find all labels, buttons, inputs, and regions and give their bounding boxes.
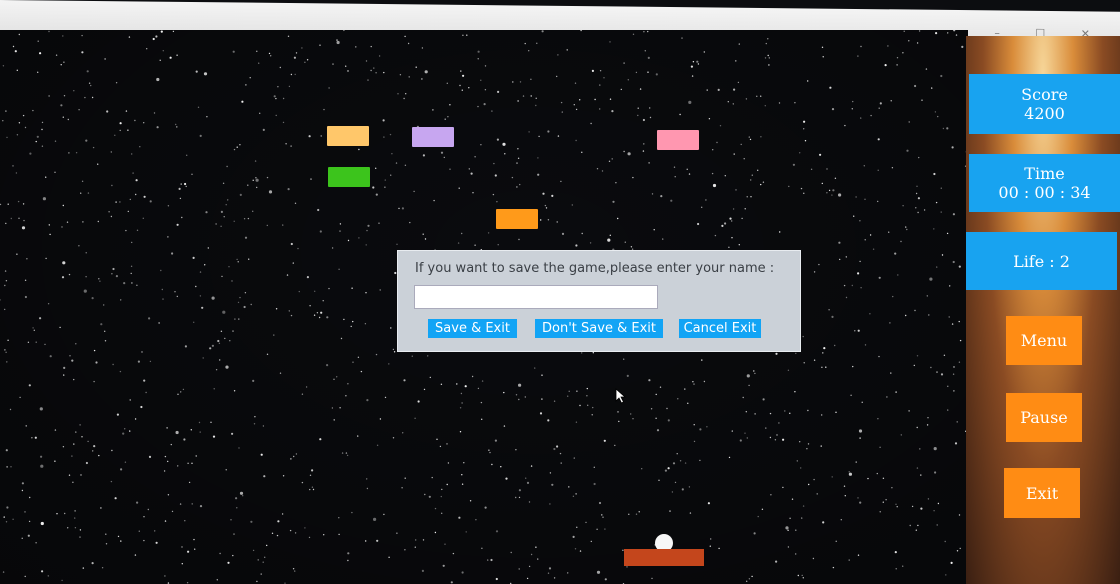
score-label: Score [1021, 85, 1068, 104]
save-game-dialog: If you want to save the game,please ente… [397, 250, 801, 352]
brick-orange [496, 209, 538, 229]
score-panel: Score 4200 [969, 74, 1120, 134]
time-panel: Time 00 : 00 : 34 [969, 154, 1120, 212]
cancel-exit-button[interactable]: Cancel Exit [679, 319, 761, 338]
dont-save-and-exit-button[interactable]: Don't Save & Exit [535, 319, 663, 338]
time-label: Time [1024, 164, 1065, 183]
brick-pink [657, 130, 699, 150]
menu-button[interactable]: Menu [1006, 316, 1082, 365]
brick-purple [412, 127, 454, 147]
arrow-cursor-icon [615, 388, 627, 404]
time-value: 00 : 00 : 34 [998, 183, 1091, 202]
sidebar-panel: Score 4200 Time 00 : 00 : 34 Life : 2 Me… [966, 36, 1120, 584]
paddle[interactable] [624, 549, 704, 566]
life-panel: Life : 2 [966, 232, 1117, 290]
brick-green [328, 167, 370, 187]
brick-yellow [327, 126, 369, 146]
pause-button[interactable]: Pause [1006, 393, 1082, 442]
exit-button[interactable]: Exit [1004, 468, 1080, 518]
save-prompt-text: If you want to save the game,please ente… [415, 261, 775, 276]
life-value: Life : 2 [1013, 251, 1070, 271]
player-name-input[interactable] [414, 285, 658, 309]
save-and-exit-button[interactable]: Save & Exit [428, 319, 517, 338]
score-value: 4200 [1024, 104, 1065, 123]
